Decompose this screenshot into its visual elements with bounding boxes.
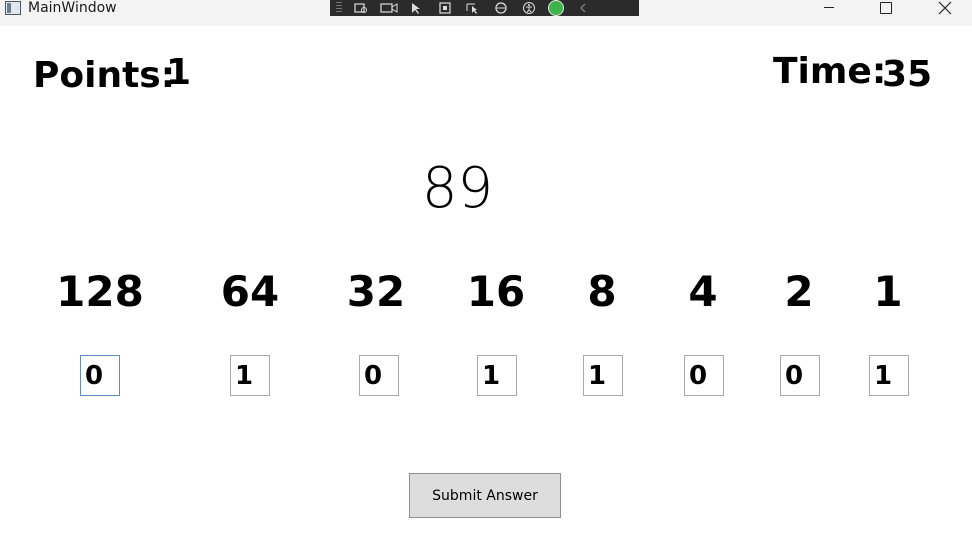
checkmark-icon[interactable] xyxy=(548,0,564,16)
bit-weight-16: 16 xyxy=(466,267,526,316)
track-focus-icon[interactable] xyxy=(464,2,482,14)
bit-weight-128: 128 xyxy=(56,267,144,316)
minimize-button[interactable] xyxy=(806,0,852,26)
bit-weight-1: 1 xyxy=(873,267,903,316)
bit-input-64[interactable] xyxy=(230,355,270,396)
close-button[interactable] xyxy=(922,0,968,26)
toolbar-grip-icon[interactable] xyxy=(336,2,342,14)
bit-input-8[interactable] xyxy=(583,355,623,396)
video-icon[interactable] xyxy=(380,2,398,14)
layout-adorner-icon[interactable] xyxy=(436,2,454,14)
pointer-icon[interactable] xyxy=(408,2,426,14)
points-label: Points: xyxy=(33,55,176,96)
close-icon xyxy=(938,1,952,15)
minimize-icon xyxy=(824,6,834,8)
app-icon xyxy=(5,1,21,15)
bit-input-4[interactable] xyxy=(684,355,724,396)
window-title: MainWindow xyxy=(28,0,117,16)
time-label: Time: xyxy=(773,51,887,92)
maximize-button[interactable] xyxy=(863,0,909,26)
select-element-icon[interactable] xyxy=(352,2,370,14)
bit-input-1[interactable] xyxy=(869,355,909,396)
debug-toolbar xyxy=(330,0,639,16)
title-bar: MainWindow xyxy=(0,0,972,26)
points-value: 1 xyxy=(166,52,192,93)
bit-weight-32: 32 xyxy=(346,267,406,316)
bit-input-32[interactable] xyxy=(359,355,399,396)
binding-failures-icon[interactable] xyxy=(492,2,510,14)
maximize-icon xyxy=(880,2,892,14)
bit-input-128[interactable] xyxy=(80,355,120,396)
submit-answer-button[interactable]: Submit Answer xyxy=(409,473,561,518)
collapse-chevron-icon[interactable] xyxy=(574,2,592,14)
bit-input-2[interactable] xyxy=(780,355,820,396)
target-number: 89 xyxy=(421,156,494,221)
bit-input-16[interactable] xyxy=(477,355,517,396)
time-value: 35 xyxy=(882,54,933,95)
bit-weight-64: 64 xyxy=(220,267,280,316)
accessibility-icon[interactable] xyxy=(520,2,538,14)
